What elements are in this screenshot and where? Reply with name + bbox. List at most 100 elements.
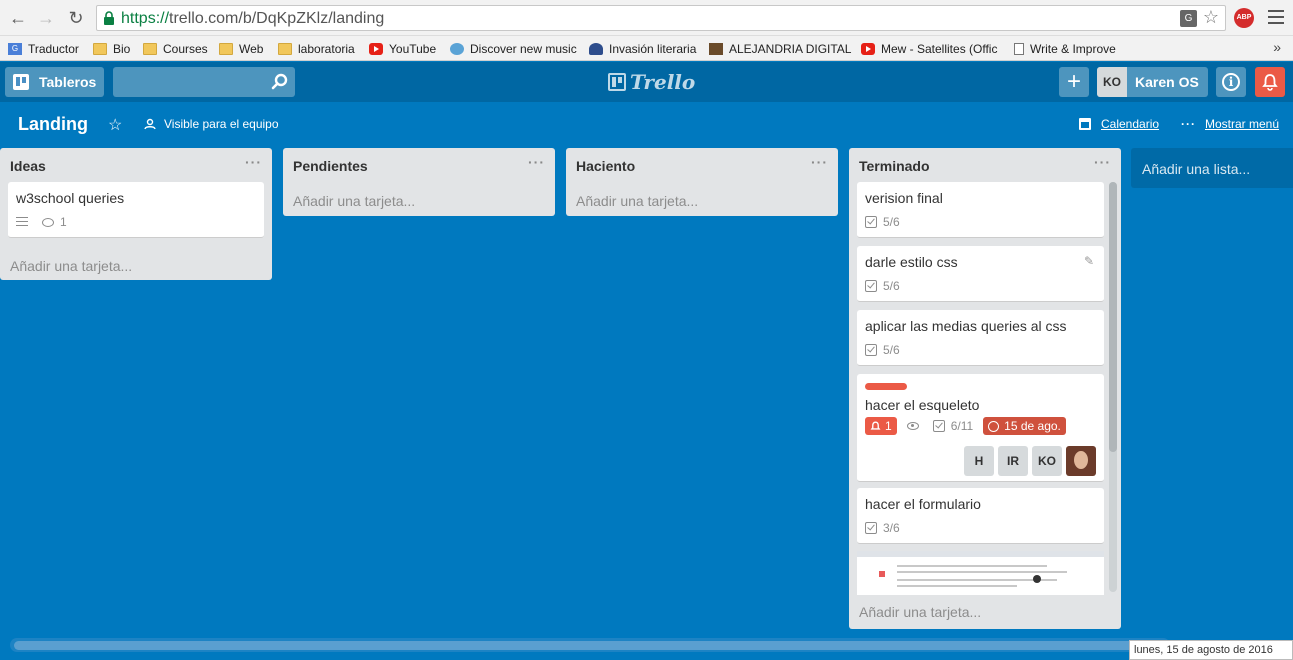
checklist-icon	[932, 420, 945, 432]
list-menu-icon[interactable]: ···	[1094, 154, 1111, 170]
checklist-icon	[865, 216, 877, 228]
list-haciento: Haciento ··· Añadir una tarjeta...	[566, 148, 838, 216]
browser-menu-icon[interactable]	[1268, 10, 1284, 24]
member-avatar[interactable]: H	[964, 446, 994, 476]
person-icon	[589, 42, 603, 55]
bookmark-star-icon[interactable]: ☆	[1203, 7, 1219, 28]
card-title: w3school queries	[16, 190, 125, 206]
watch-eye-icon	[906, 422, 919, 430]
checklist-count: 5/6	[883, 215, 900, 229]
list-menu-icon[interactable]: ···	[245, 154, 262, 170]
member-photo-avatar[interactable]	[1066, 446, 1096, 476]
list-item[interactable]: w3school queries 1	[8, 182, 264, 238]
bookmark-alejandria[interactable]: ALEJANDRIA DIGITAL	[709, 40, 851, 57]
forward-arrow-icon[interactable]: →	[36, 8, 56, 28]
card-label[interactable]	[865, 383, 907, 390]
search-input[interactable]	[113, 67, 295, 97]
team-icon	[144, 118, 156, 130]
checklist-count: 5/6	[883, 279, 900, 293]
avatar: KO	[1097, 67, 1127, 97]
bookmark-traductor[interactable]: G Traductor	[8, 40, 79, 57]
reload-icon[interactable]: ↻	[66, 8, 86, 28]
list-scrollbar[interactable]	[1109, 182, 1117, 592]
list-title[interactable]: Haciento	[576, 158, 635, 174]
add-button[interactable]: +	[1059, 67, 1089, 97]
add-card-button[interactable]: Añadir una tarjeta...	[576, 193, 698, 209]
list-menu-icon[interactable]: ···	[528, 154, 545, 170]
add-card-button[interactable]: Añadir una tarjeta...	[10, 258, 132, 274]
folder-icon	[93, 42, 107, 55]
member-avatar[interactable]: KO	[1032, 446, 1062, 476]
bookmark-laboratoria[interactable]: laboratoria	[278, 40, 355, 57]
bookmark-mew-satellites[interactable]: Mew - Satellites (Offic	[861, 40, 997, 57]
card-title: verision final	[865, 190, 943, 206]
adblock-icon[interactable]: ABP	[1234, 8, 1254, 28]
image-icon	[709, 42, 723, 55]
star-icon[interactable]: ☆	[108, 115, 122, 135]
list-title[interactable]: Ideas	[10, 158, 46, 174]
list-item[interactable]: darle estilo css ✎ 5/6	[857, 246, 1104, 302]
folder-icon	[143, 42, 157, 55]
list-item[interactable]: hacer el formulario 3/6	[857, 488, 1104, 544]
address-bar[interactable]: https://trello.com/b/DqKpZKlz/landing G …	[96, 5, 1226, 31]
youtube-icon	[861, 42, 875, 55]
calendar-button[interactable]: Calendario	[1079, 117, 1159, 131]
notification-badge: 1	[865, 417, 897, 435]
member-avatar[interactable]: IR	[998, 446, 1028, 476]
description-icon	[16, 217, 28, 227]
card-title: aplicar las medias queries al css	[865, 318, 1067, 334]
bookmark-web[interactable]: Web	[219, 40, 263, 57]
comment-icon	[42, 217, 54, 227]
edit-pencil-icon[interactable]: ✎	[1084, 254, 1094, 268]
info-button[interactable]: i	[1216, 67, 1246, 97]
list-title[interactable]: Terminado	[859, 158, 930, 174]
board-title[interactable]: Landing	[18, 114, 88, 135]
boards-icon	[13, 74, 29, 90]
browser-toolbar: ← → ↻ https://trello.com/b/DqKpZKlz/land…	[0, 0, 1293, 36]
bookmark-discover-music[interactable]: Discover new music	[450, 40, 577, 57]
bookmark-invasion-literaria[interactable]: Invasión literaria	[589, 40, 696, 57]
translate-icon[interactable]: G	[1180, 10, 1197, 27]
notifications-button[interactable]	[1255, 67, 1285, 97]
bookmark-courses[interactable]: Courses	[143, 40, 208, 57]
comment-count: 1	[60, 215, 67, 229]
card-cover-image[interactable]	[857, 551, 1104, 595]
music-icon	[450, 42, 464, 55]
card-title: hacer el esqueleto	[865, 397, 980, 413]
folder-icon	[219, 42, 233, 55]
list-pendientes: Pendientes ··· Añadir una tarjeta...	[283, 148, 555, 216]
boards-button[interactable]: Tableros	[5, 67, 104, 97]
bookmark-youtube[interactable]: YouTube	[369, 40, 436, 57]
card-members: H IR KO	[960, 446, 1096, 476]
board-horizontal-scrollbar[interactable]	[10, 638, 1170, 652]
user-menu-button[interactable]: KO Karen OS	[1097, 67, 1208, 97]
list-item[interactable]: aplicar las medias queries al css 5/6	[857, 310, 1104, 366]
back-arrow-icon[interactable]: ←	[8, 8, 28, 28]
checklist-count: 3/6	[883, 521, 900, 535]
bookmarks-bar: G Traductor Bio Courses Web laboratoria Y…	[0, 36, 1293, 61]
list-ideas: Ideas ··· w3school queries 1 Añadir una …	[0, 148, 272, 280]
list-title[interactable]: Pendientes	[293, 158, 368, 174]
checklist-icon	[865, 522, 877, 534]
due-date-badge: 15 de ago.	[983, 417, 1066, 435]
bookmark-bio[interactable]: Bio	[93, 40, 130, 57]
clock-icon	[988, 420, 1000, 432]
add-card-button[interactable]: Añadir una tarjeta...	[293, 193, 415, 209]
list-menu-icon[interactable]: ···	[811, 154, 828, 170]
checklist-icon	[865, 280, 877, 292]
search-icon[interactable]	[271, 73, 289, 91]
add-card-button[interactable]: Añadir una tarjeta...	[859, 604, 981, 620]
checklist-count: 5/6	[883, 343, 900, 357]
folder-icon	[278, 42, 292, 55]
plus-icon: +	[1066, 68, 1081, 95]
visibility-button[interactable]: Visible para el equipo	[144, 117, 279, 131]
ellipsis-icon: ···	[1181, 117, 1196, 131]
list-item[interactable]: hacer el esqueleto 1 6/11 15 de ago. H I…	[857, 374, 1104, 482]
show-menu-button[interactable]: ··· Mostrar menú	[1181, 117, 1279, 131]
trello-logo[interactable]: Trello	[608, 70, 695, 94]
list-item[interactable]: verision final 5/6	[857, 182, 1104, 238]
translate-icon: G	[8, 42, 22, 55]
add-list-button[interactable]: Añadir una lista...	[1131, 148, 1293, 188]
bookmarks-overflow[interactable]: »	[1273, 39, 1281, 55]
bookmark-write-improve[interactable]: Write & Improve	[1014, 40, 1116, 57]
